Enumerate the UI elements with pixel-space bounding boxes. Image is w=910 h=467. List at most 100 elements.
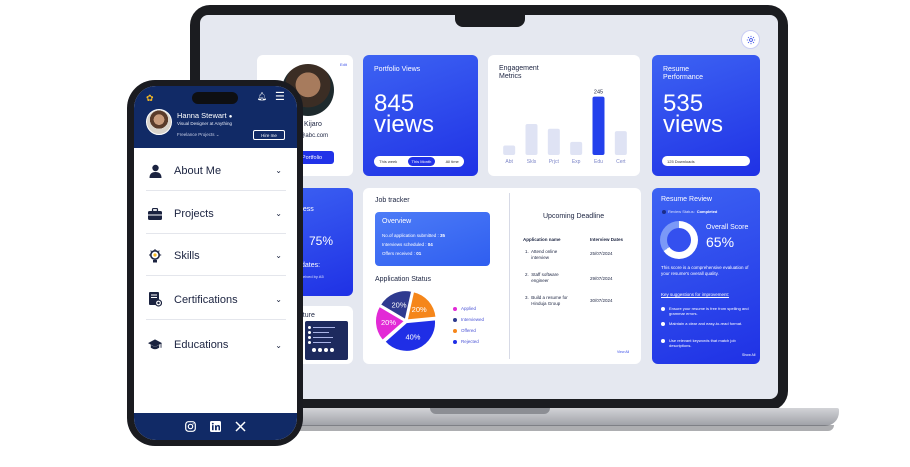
suggestion-item: Maintain a clear and easy-to-read format…: [661, 321, 753, 326]
suggestions-title: Key suggestions for improvement:: [661, 292, 730, 297]
pie-slice-label: 20%: [381, 318, 396, 327]
user-name: Hanna Stewart ●: [177, 111, 233, 120]
user-title: Visual Designer at Anything: [177, 121, 232, 126]
menu-item-projects[interactable]: Projects ⌄: [146, 194, 286, 234]
tab-this-month[interactable]: This Month: [407, 157, 436, 166]
linkedin-icon[interactable]: [210, 421, 221, 432]
view-all-link[interactable]: View All: [617, 350, 629, 354]
graduation-cap-icon: [148, 338, 162, 352]
person-icon: [148, 164, 162, 178]
menu-item-educations[interactable]: Educations ⌄: [146, 325, 286, 365]
tick-label: Cert: [616, 159, 626, 165]
portfolio-views-card: Portfolio Views 845 views This week This …: [363, 55, 478, 176]
resume-review-card: Resume Review Review Status: Completed Ov…: [652, 188, 760, 364]
views-value: 535 views: [663, 90, 724, 138]
status-dot-icon: [662, 209, 666, 214]
briefcase-icon: [148, 207, 162, 221]
social-icons: [312, 348, 345, 352]
x-icon[interactable]: [235, 421, 246, 432]
chevron-down-icon: ⌄: [275, 251, 282, 260]
chevron-down-icon: ⌄: [275, 295, 282, 304]
hire-me-button[interactable]: Hire me: [253, 130, 285, 140]
suggestion-item: Use relevant keywords that match job des…: [661, 338, 753, 348]
instagram-icon[interactable]: [185, 421, 196, 432]
card-title: Engagement Metrics: [499, 65, 539, 80]
card-title: Resume Performance: [663, 66, 704, 81]
menu-icon[interactable]: ☰: [275, 90, 285, 103]
divider: [509, 193, 510, 359]
job-tracker-card: Job tracker Overview No.of application s…: [363, 188, 641, 364]
engagement-bar-chart: Abt Skls Prjct Exp Edu 245 Cert: [503, 90, 627, 165]
legend-item: Rejected: [453, 339, 484, 344]
interview-date: 25/07/2024: [590, 251, 613, 256]
tick-label: Edu: [594, 159, 603, 165]
column-header: Interview Dates: [590, 237, 624, 242]
completeness-percent: 75%: [309, 234, 334, 248]
downloads-pill: 125 Downloads: [662, 156, 750, 166]
chevron-down-icon: ⌄: [275, 340, 282, 350]
legend-item: Applied: [453, 306, 484, 311]
card-title: Portfolio Views: [374, 66, 421, 73]
pie-slice-label: 20%: [392, 300, 407, 309]
dynamic-island: [192, 92, 238, 104]
score-description: This score is a comprehensive evaluation…: [661, 265, 749, 276]
application-name: 2. Staff software engineer: [525, 272, 559, 283]
suggestion-item: Ensure your resume is free from spelling…: [661, 306, 753, 316]
profile-name: Kijaro: [304, 121, 322, 128]
logo-icon: ✿: [146, 93, 154, 103]
freelance-dropdown[interactable]: Freelance Projects ⌄: [177, 132, 220, 138]
pie-slice-label: 20%: [412, 305, 427, 314]
overview-line: Offers received : 01: [382, 251, 422, 256]
phone-footer: [134, 413, 297, 440]
tick-label: Skls: [527, 159, 537, 165]
bar-prjct: [547, 128, 560, 155]
legend-item: Offered: [453, 328, 484, 333]
menu-item-about-me[interactable]: About Me ⌄: [146, 151, 286, 191]
score-ring: [660, 221, 698, 259]
menu-item-certifications[interactable]: Certifications ⌄: [146, 280, 286, 320]
pie-slice-label: 40%: [405, 333, 420, 342]
certificate-icon: [148, 292, 162, 307]
card-title: Resume Review: [661, 196, 712, 203]
pie-legend: Applied Interviewed Offered Rejected: [453, 306, 484, 350]
menu-label: Skills: [174, 249, 200, 262]
card-title: Job tracker: [375, 197, 410, 204]
lightbulb-gear-icon: [148, 248, 162, 263]
application-status-title: Application Status: [375, 276, 432, 283]
tab-all-time[interactable]: All time: [446, 159, 459, 164]
show-all-link[interactable]: Show All: [742, 353, 755, 357]
bar-exp: [570, 141, 583, 155]
interview-date: 30/07/2024: [590, 298, 613, 303]
avatar: [146, 109, 172, 135]
laptop-groove: [430, 408, 550, 414]
bar-value-label: 245: [594, 90, 603, 96]
upcoming-deadline-title: Upcoming Deadline: [543, 213, 605, 220]
tab-this-week[interactable]: This week: [379, 159, 397, 164]
application-name: 1. Attend online interview: [525, 249, 558, 260]
bar-skls: [525, 124, 538, 155]
laptop-notch: [455, 13, 525, 27]
time-range-tabs: This week This Month All time: [374, 156, 464, 167]
bar-cert: [614, 131, 627, 155]
overview-title: Overview: [382, 218, 412, 225]
menu-item-skills[interactable]: Skills ⌄: [146, 236, 286, 276]
overall-score-value: 65%: [706, 234, 735, 250]
tick-label: Prjct: [549, 159, 560, 165]
engagement-metrics-card: Engagement Metrics Abt Skls Prjct Exp Edu 245 C…: [488, 55, 640, 176]
overview-panel: Overview No.of application submitted : 3…: [375, 212, 490, 266]
interview-date: 29/07/2024: [590, 276, 613, 281]
review-status: Review Status: Completed: [662, 209, 717, 214]
menu-label: Certifications: [174, 293, 238, 306]
bell-icon[interactable]: 🔔︎: [257, 92, 267, 101]
tick-label: Abt: [505, 159, 513, 165]
edit-link[interactable]: Edit: [340, 62, 347, 67]
menu-label: Projects: [174, 207, 214, 220]
chevron-down-icon: ⌄: [275, 209, 282, 218]
phone-screen: ✿ 🔔︎ ☰ Hanna Stewart ● Visual Designer a…: [134, 86, 297, 440]
phone-header: ✿ 🔔︎ ☰ Hanna Stewart ● Visual Designer a…: [134, 86, 297, 148]
application-status-pie: 20% 20% 40% 20%: [374, 290, 437, 352]
column-header: Application name: [523, 237, 561, 242]
legend-item: Interviewed: [453, 317, 484, 322]
settings-button[interactable]: [741, 30, 760, 49]
chevron-down-icon: ⌄: [275, 166, 282, 175]
